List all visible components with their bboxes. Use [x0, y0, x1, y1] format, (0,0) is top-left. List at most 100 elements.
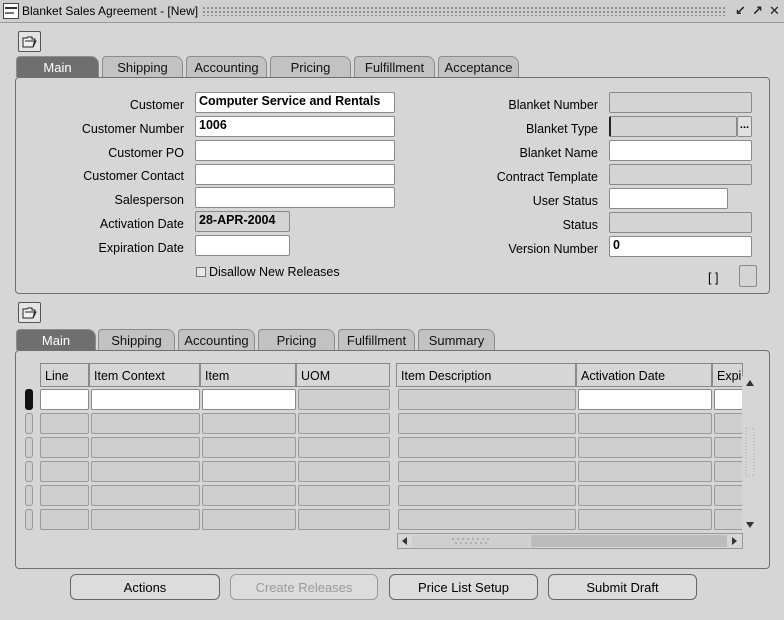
expiration-date-label: Expiration Date — [98, 241, 184, 255]
grid-cell-expi[interactable] — [714, 509, 743, 530]
close-icon[interactable]: ✕ — [767, 3, 782, 19]
grid-cell-item-description[interactable] — [398, 485, 576, 506]
tab-acceptance[interactable]: Acceptance — [438, 56, 519, 77]
price-list-setup-button[interactable]: Price List Setup — [389, 574, 538, 600]
line-tab-pricing[interactable]: Pricing — [258, 329, 335, 350]
grid-cell-item-description[interactable] — [398, 389, 576, 410]
minimize-icon[interactable]: ↙ — [733, 3, 748, 19]
blanket-name-field[interactable] — [609, 140, 752, 161]
line-tab-main[interactable]: Main — [16, 329, 96, 350]
line-tab-accounting[interactable]: Accounting — [178, 329, 255, 350]
actions-button[interactable]: Actions — [70, 574, 220, 600]
grid-cell-item[interactable] — [202, 485, 296, 506]
grid-cell-item-context[interactable] — [91, 509, 200, 530]
tab-accounting[interactable]: Accounting — [186, 56, 267, 77]
grid-cell-item-context[interactable] — [91, 461, 200, 482]
lines-vertical-scrollbar[interactable] — [742, 376, 758, 534]
grid-cell-item[interactable] — [202, 389, 296, 410]
row-selector[interactable] — [25, 413, 33, 434]
title-bar-texture — [202, 6, 725, 16]
grid-cell-item-context[interactable] — [91, 413, 200, 434]
grid-cell-line[interactable] — [40, 485, 89, 506]
grid-cell-item-context[interactable] — [91, 389, 200, 410]
grid-cell-line[interactable] — [40, 461, 89, 482]
lines-folder-button[interactable] — [18, 302, 41, 323]
expiration-date-field[interactable] — [195, 235, 290, 256]
line-tab-summary[interactable]: Summary — [418, 329, 495, 350]
grid-cell-item-description[interactable] — [398, 509, 576, 530]
grid-cell-uom[interactable] — [298, 509, 390, 530]
grid-cell-expi[interactable] — [714, 437, 743, 458]
grid-cell-item-context[interactable] — [91, 485, 200, 506]
title-bar: Blanket Sales Agreement - [New] ↙ ↗ ✕ — [0, 0, 784, 23]
grid-cell-item-description[interactable] — [398, 413, 576, 434]
blanket-type-lov-button[interactable]: ... — [737, 116, 752, 137]
tab-main[interactable]: Main — [16, 56, 99, 77]
activation-date-label: Activation Date — [99, 217, 184, 231]
blanket-type-label: Blanket Type — [525, 122, 598, 136]
grid-cell-activation-date[interactable] — [578, 437, 712, 458]
grid-cell-uom[interactable] — [298, 389, 390, 410]
grid-cell-uom[interactable] — [298, 485, 390, 506]
grid-cell-uom[interactable] — [298, 437, 390, 458]
row-selector[interactable] — [25, 509, 33, 530]
grid-cell-activation-date[interactable] — [578, 413, 712, 434]
activation-date-field[interactable]: 28-APR-2004 — [195, 211, 290, 232]
grid-cell-line[interactable] — [40, 509, 89, 530]
blanket-number-label: Blanket Number — [508, 98, 598, 112]
user-status-label: User Status — [532, 194, 598, 208]
grid-cell-expi[interactable] — [714, 461, 743, 482]
tab-pricing[interactable]: Pricing — [270, 56, 351, 77]
customer-po-field[interactable] — [195, 140, 395, 161]
col-header-line: Line — [40, 363, 89, 387]
lines-horizontal-scrollbar[interactable] — [397, 533, 743, 549]
version-number-field[interactable]: 0 — [609, 236, 752, 257]
disallow-new-releases-checkbox[interactable] — [196, 267, 206, 277]
grid-cell-line[interactable] — [40, 437, 89, 458]
tab-shipping[interactable]: Shipping — [102, 56, 183, 77]
grid-cell-item-description[interactable] — [398, 461, 576, 482]
grid-cell-item[interactable] — [202, 509, 296, 530]
flexfield-box[interactable] — [739, 265, 757, 287]
grid-cell-item[interactable] — [202, 437, 296, 458]
grid-cell-uom[interactable] — [298, 413, 390, 434]
create-releases-button: Create Releases — [230, 574, 378, 600]
grid-cell-uom[interactable] — [298, 461, 390, 482]
lines-tab-row: Main Shipping Accounting Pricing Fulfill… — [0, 329, 784, 351]
grid-cell-item[interactable] — [202, 461, 296, 482]
grid-cell-activation-date[interactable] — [578, 461, 712, 482]
blanket-type-field[interactable] — [609, 116, 737, 137]
grid-cell-item[interactable] — [202, 413, 296, 434]
grid-cell-activation-date[interactable] — [578, 485, 712, 506]
customer-number-field[interactable]: 1006 — [195, 116, 395, 137]
grid-cell-expi[interactable] — [714, 485, 743, 506]
salesperson-field[interactable] — [195, 187, 395, 208]
customer-number-label: Customer Number — [81, 122, 184, 136]
row-selector[interactable] — [25, 437, 33, 458]
maximize-icon[interactable]: ↗ — [750, 3, 765, 19]
customer-contact-field[interactable] — [195, 164, 395, 185]
tab-fulfillment[interactable]: Fulfillment — [354, 56, 435, 77]
contract-template-field — [609, 164, 752, 185]
user-status-field[interactable] — [609, 188, 728, 209]
line-tab-fulfillment[interactable]: Fulfillment — [338, 329, 415, 350]
customer-po-label: Customer PO — [108, 146, 184, 160]
grid-cell-item-context[interactable] — [91, 437, 200, 458]
grid-cell-line[interactable] — [40, 389, 89, 410]
customer-field[interactable]: Computer Service and Rentals — [195, 92, 395, 113]
grid-cell-expi[interactable] — [714, 389, 743, 410]
grid-cell-activation-date[interactable] — [578, 509, 712, 530]
grid-cell-line[interactable] — [40, 413, 89, 434]
customer-label: Customer — [129, 98, 184, 112]
row-selector[interactable] — [25, 461, 33, 482]
col-header-item-context: Item Context — [89, 363, 200, 387]
blanket-name-label: Blanket Name — [519, 146, 598, 160]
header-folder-button[interactable] — [18, 31, 41, 52]
row-selector[interactable] — [25, 485, 33, 506]
submit-draft-button[interactable]: Submit Draft — [548, 574, 697, 600]
row-selector[interactable] — [25, 389, 33, 410]
grid-cell-item-description[interactable] — [398, 437, 576, 458]
grid-cell-expi[interactable] — [714, 413, 743, 434]
grid-cell-activation-date[interactable] — [578, 389, 712, 410]
line-tab-shipping[interactable]: Shipping — [98, 329, 175, 350]
